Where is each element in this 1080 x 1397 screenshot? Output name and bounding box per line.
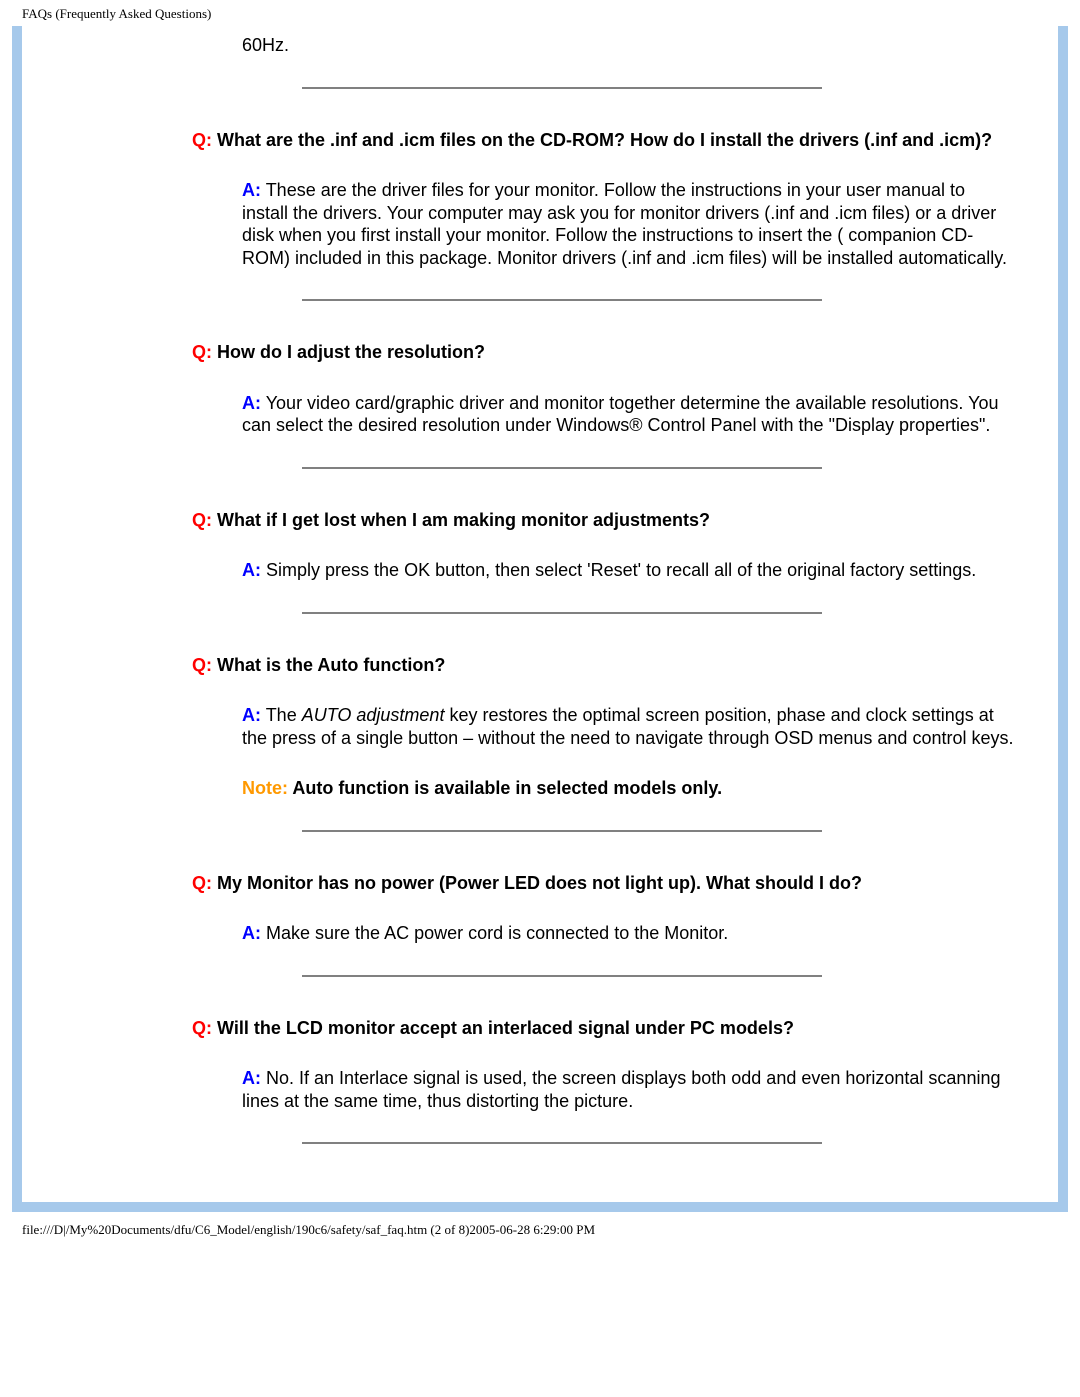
note-label: Note: [242,778,292,798]
a-label: A: [242,393,261,413]
a-text-italic: AUTO adjustment [302,705,445,725]
faq-content: 60Hz. Q: What are the .inf and .icm file… [192,34,1016,1144]
faq-question: Q: What if I get lost when I am making m… [192,509,1016,532]
a-label: A: [242,560,261,580]
a-text: Make sure the AC power cord is connected… [266,923,728,943]
separator [302,1142,822,1144]
faq-note: Note: Auto function is available in sele… [242,777,1016,800]
q-label: Q: [192,510,212,530]
separator [302,467,822,469]
page-frame: 60Hz. Q: What are the .inf and .icm file… [12,26,1068,1212]
faq-answer: A: These are the driver files for your m… [242,179,1016,269]
q-text: My Monitor has no power (Power LED does … [217,873,862,893]
note-text: Auto function is available in selected m… [292,778,722,798]
q-label: Q: [192,130,212,150]
a-label: A: [242,180,261,200]
a-label: A: [242,923,261,943]
page-header-title: FAQs (Frequently Asked Questions) [0,0,1080,26]
faq-answer: A: The AUTO adjustment key restores the … [242,704,1016,749]
separator [302,975,822,977]
faq-answer: A: Make sure the AC power cord is connec… [242,922,1016,945]
page-body: 60Hz. Q: What are the .inf and .icm file… [22,26,1058,1202]
q-text: What is the Auto function? [217,655,445,675]
faq-question: Q: My Monitor has no power (Power LED do… [192,872,1016,895]
separator [302,830,822,832]
a-text: Simply press the OK button, then select … [266,560,976,580]
faq-question: Q: How do I adjust the resolution? [192,341,1016,364]
faq-question: Q: What is the Auto function? [192,654,1016,677]
previous-answer-fragment: 60Hz. [242,34,1016,57]
q-label: Q: [192,655,212,675]
footer-filepath: file:///D|/My%20Documents/dfu/C6_Model/e… [0,1212,1080,1242]
a-label: A: [242,705,261,725]
a-text: No. If an Interlace signal is used, the … [242,1068,1000,1111]
faq-answer: A: No. If an Interlace signal is used, t… [242,1067,1016,1112]
q-label: Q: [192,1018,212,1038]
q-text: What if I get lost when I am making moni… [217,510,710,530]
separator [302,87,822,89]
faq-answer: A: Simply press the OK button, then sele… [242,559,1016,582]
faq-question: Q: What are the .inf and .icm files on t… [192,129,1016,152]
q-label: Q: [192,873,212,893]
faq-question: Q: Will the LCD monitor accept an interl… [192,1017,1016,1040]
separator [302,612,822,614]
q-label: Q: [192,342,212,362]
a-text: These are the driver files for your moni… [242,180,1007,268]
faq-answer: A: Your video card/graphic driver and mo… [242,392,1016,437]
separator [302,299,822,301]
q-text: How do I adjust the resolution? [217,342,485,362]
a-text-pre: The [266,705,302,725]
a-label: A: [242,1068,261,1088]
a-text: Your video card/graphic driver and monit… [242,393,998,436]
q-text: What are the .inf and .icm files on the … [217,130,992,150]
q-text: Will the LCD monitor accept an interlace… [217,1018,794,1038]
